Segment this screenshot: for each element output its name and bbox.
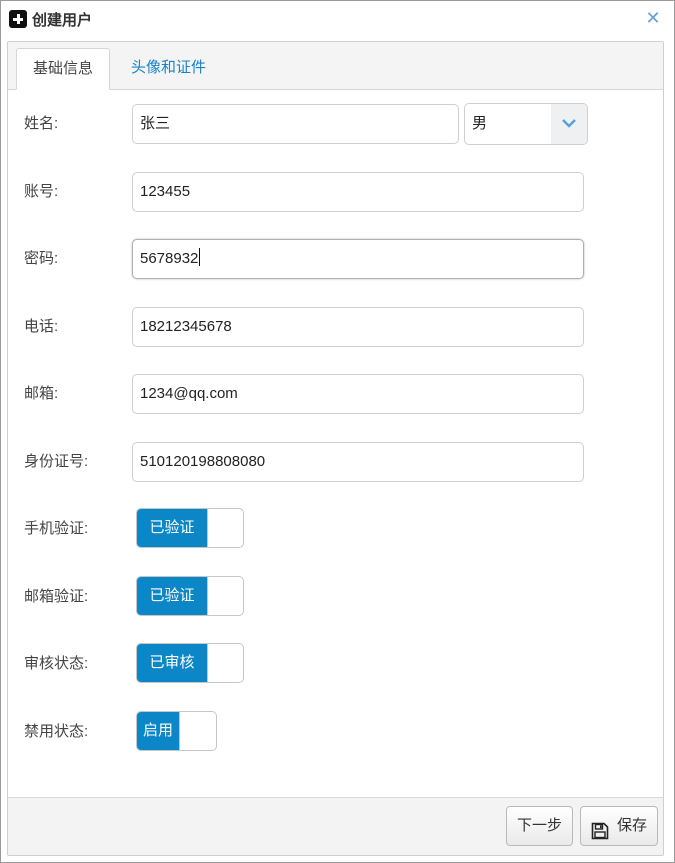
account-row: 账号: 123455 — [8, 171, 663, 213]
dialog-body: 基础信息 头像和证件 姓名: 张三 男 账号: 123455 密码: 56789… — [7, 41, 664, 856]
save-button[interactable]: 保存 — [580, 806, 658, 846]
toggle-knob — [207, 644, 243, 682]
disable-status-toggle[interactable]: 启用 — [136, 711, 217, 751]
tab-avatar-documents[interactable]: 头像和证件 — [116, 48, 221, 90]
password-label: 密码: — [24, 250, 59, 267]
phone-verify-toggle[interactable]: 已验证 — [136, 508, 244, 548]
disable-status-row: 禁用状态: 启用 — [8, 711, 663, 753]
title-bar: 创建用户 ✕ — [1, 1, 674, 39]
toggle-knob — [207, 577, 243, 615]
email-label: 邮箱: — [24, 385, 59, 402]
review-status-toggle[interactable]: 已审核 — [136, 643, 244, 683]
phone-label: 电话: — [24, 318, 59, 335]
tab-basic-info[interactable]: 基础信息 — [16, 48, 110, 90]
save-label: 保存 — [617, 817, 648, 834]
id-number-label: 身份证号: — [24, 453, 89, 470]
name-label: 姓名: — [24, 115, 59, 132]
name-row: 姓名: 张三 男 — [8, 103, 663, 145]
email-verify-toggle[interactable]: 已验证 — [136, 576, 244, 616]
toggle-knob — [179, 712, 215, 750]
floppy-disk-icon — [591, 817, 609, 855]
id-number-row: 身份证号: 510120198808080 — [8, 441, 663, 483]
phone-verify-label: 手机验证: — [24, 520, 89, 537]
review-status-label: 审核状态: — [24, 655, 89, 672]
phone-verify-row: 手机验证: 已验证 — [8, 508, 663, 550]
tab-bar: 基础信息 头像和证件 — [8, 42, 663, 90]
password-value: 5678932 — [140, 250, 199, 267]
dialog-title: 创建用户 — [32, 12, 93, 29]
phone-input[interactable]: 18212345678 — [132, 307, 584, 347]
chevron-down-icon[interactable] — [551, 104, 587, 144]
gender-value: 男 — [472, 115, 488, 132]
toggle-knob — [207, 509, 243, 547]
name-input[interactable]: 张三 — [132, 104, 459, 144]
account-input[interactable]: 123455 — [132, 172, 584, 212]
review-status-state: 已审核 — [137, 644, 207, 682]
phone-verify-state: 已验证 — [137, 509, 207, 547]
review-status-row: 审核状态: 已审核 — [8, 643, 663, 685]
email-verify-row: 邮箱验证: 已验证 — [8, 576, 663, 618]
disable-status-state: 启用 — [137, 712, 179, 750]
next-step-button[interactable]: 下一步 — [506, 806, 573, 846]
id-number-input[interactable]: 510120198808080 — [132, 442, 584, 482]
email-verify-state: 已验证 — [137, 577, 207, 615]
disable-status-label: 禁用状态: — [24, 723, 89, 740]
email-row: 邮箱: 1234@qq.com — [8, 373, 663, 415]
text-caret — [199, 248, 201, 266]
gender-select[interactable]: 男 — [464, 103, 588, 145]
email-verify-label: 邮箱验证: — [24, 588, 89, 605]
account-label: 账号: — [24, 183, 59, 200]
email-input[interactable]: 1234@qq.com — [132, 374, 584, 414]
password-row: 密码: 5678932 — [8, 238, 663, 280]
add-box-icon — [9, 10, 27, 28]
phone-row: 电话: 18212345678 — [8, 306, 663, 348]
close-icon[interactable]: ✕ — [644, 7, 662, 29]
dialog-footer: 下一步 保存 — [8, 797, 663, 855]
create-user-dialog: 创建用户 ✕ 基础信息 头像和证件 姓名: 张三 男 账号: 123455 密码… — [0, 0, 675, 863]
password-input[interactable]: 5678932 — [132, 239, 584, 279]
